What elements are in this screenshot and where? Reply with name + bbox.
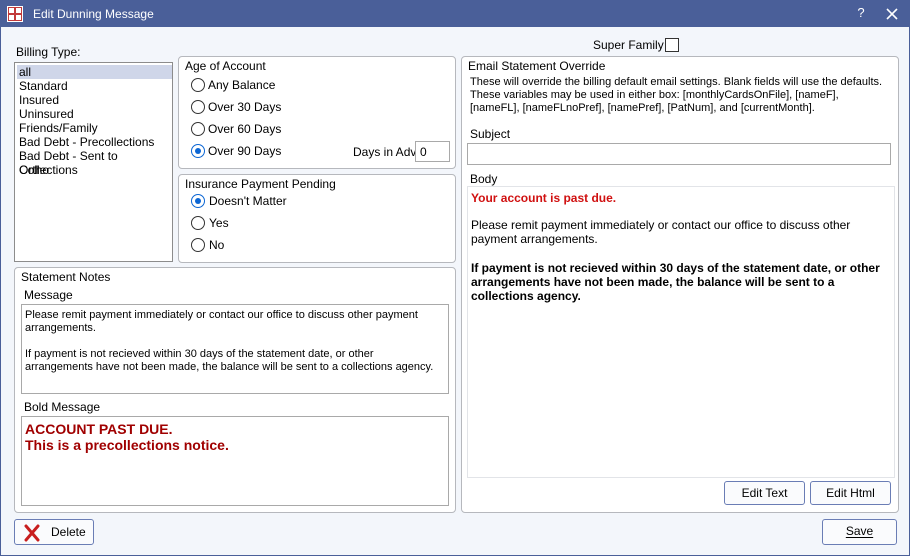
body-preview[interactable]: Your account is past due. Please remit p… — [467, 186, 895, 478]
help-button[interactable]: ? — [853, 5, 869, 23]
radio-no[interactable] — [191, 238, 205, 252]
radio-doesnt-matter[interactable] — [191, 194, 205, 208]
billing-type-item-precollections[interactable]: Bad Debt - Precollections — [17, 135, 172, 149]
billing-type-item-collections[interactable]: Bad Debt - Sent to Collections — [17, 149, 172, 177]
subject-label: Subject — [470, 127, 511, 141]
close-icon[interactable] — [883, 5, 901, 23]
radio-any-balance[interactable] — [191, 78, 205, 92]
billing-type-item-standard[interactable]: Standard — [17, 79, 172, 93]
insurance-payment-pending-title: Insurance Payment Pending — [185, 177, 336, 191]
body-label: Body — [470, 172, 498, 186]
super-family-label: Super Family — [593, 38, 664, 52]
email-override-group: Email Statement Override These will over… — [461, 56, 899, 513]
delete-label: Delete — [51, 525, 86, 539]
message-line-2: If payment is not recieved within 30 day… — [25, 348, 434, 373]
billing-type-list[interactable]: all Standard Insured Uninsured Friends/F… — [14, 62, 173, 262]
bold-line-1: ACCOUNT PAST DUE. — [25, 421, 173, 437]
subject-input[interactable] — [467, 143, 891, 165]
billing-type-item-friends-family[interactable]: Friends/Family — [17, 121, 172, 135]
days-in-adv-input[interactable]: 0 — [415, 141, 450, 162]
bold-message-textarea[interactable]: ACCOUNT PAST DUE. This is a precollectio… — [21, 416, 449, 506]
email-override-description: These will override the billing default … — [470, 76, 883, 114]
body-line-2: Please remit payment immediately or cont… — [471, 218, 851, 246]
edit-text-button[interactable]: Edit Text — [724, 481, 805, 505]
yes-label: Yes — [209, 216, 229, 230]
edit-html-button[interactable]: Edit Html — [810, 481, 891, 505]
no-label: No — [209, 238, 225, 252]
billing-type-item-uninsured[interactable]: Uninsured — [17, 107, 172, 121]
days-in-adv-value: 0 — [420, 145, 427, 159]
age-of-account-title: Age of Account — [185, 59, 266, 73]
save-label: Save — [845, 524, 874, 538]
radio-over-60-days[interactable] — [191, 122, 205, 136]
over-90-days-label: Over 90 Days — [208, 144, 282, 158]
edit-dunning-window: Edit Dunning Message ? Billing Type: all… — [0, 0, 910, 556]
billing-type-item-ortho[interactable]: Ortho — [17, 163, 172, 177]
message-textarea[interactable]: Please remit payment immediately or cont… — [21, 304, 449, 394]
delete-button[interactable]: Delete — [14, 519, 94, 545]
insurance-payment-pending-group: Insurance Payment Pending Doesn't Matter… — [178, 174, 456, 263]
billing-type-label: Billing Type: — [16, 45, 81, 59]
body-line-3: If payment is not recieved within 30 day… — [471, 261, 880, 303]
delete-x-icon — [24, 524, 40, 542]
super-family-checkbox[interactable] — [665, 38, 679, 52]
billing-type-item-all[interactable]: all — [17, 65, 172, 79]
days-in-adv-label: Days in Adv — [353, 145, 417, 159]
over-30-days-label: Over 30 Days — [208, 100, 282, 114]
statement-notes-group: Statement Notes Message Please remit pay… — [14, 267, 456, 513]
over-60-days-label: Over 60 Days — [208, 122, 282, 136]
message-line-1: Please remit payment immediately or cont… — [25, 309, 418, 334]
doesnt-matter-label: Doesn't Matter — [209, 194, 287, 208]
age-of-account-group: Age of Account Any Balance Over 30 Days … — [178, 56, 456, 169]
any-balance-label: Any Balance — [208, 78, 276, 92]
message-label: Message — [24, 288, 73, 302]
statement-notes-title: Statement Notes — [21, 270, 111, 284]
bold-message-label: Bold Message — [24, 400, 101, 414]
radio-yes[interactable] — [191, 216, 205, 230]
body-line-1: Your account is past due. — [471, 191, 617, 205]
billing-type-item-insured[interactable]: Insured — [17, 93, 172, 107]
title-bar: Edit Dunning Message ? — [1, 1, 909, 27]
bold-line-2: This is a precollections notice. — [25, 437, 229, 453]
radio-over-30-days[interactable] — [191, 100, 205, 114]
email-override-title: Email Statement Override — [468, 59, 606, 73]
save-button[interactable]: Save — [822, 519, 897, 545]
radio-over-90-days[interactable] — [191, 144, 205, 158]
window-title: Edit Dunning Message — [33, 7, 154, 21]
app-grid-icon — [7, 6, 23, 22]
